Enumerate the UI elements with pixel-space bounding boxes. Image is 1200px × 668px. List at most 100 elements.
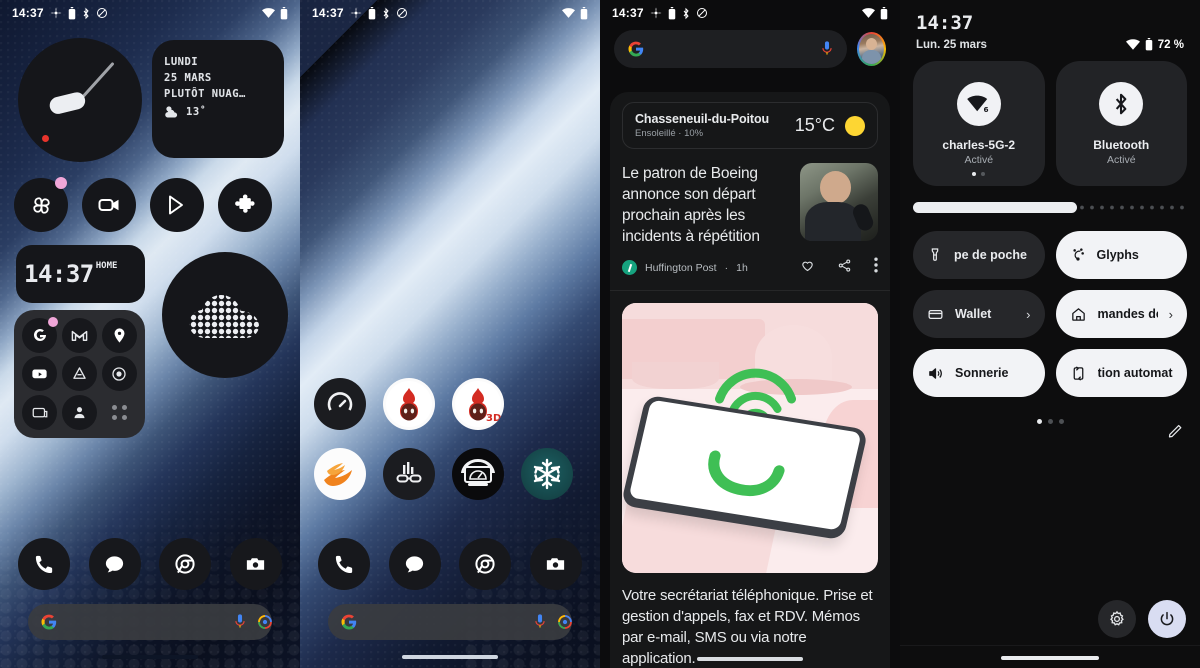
dock-phone[interactable]: [18, 538, 71, 590]
qs-tile-wifi[interactable]: 6 charles-5G-2 Activé: [913, 61, 1045, 186]
news-headline: Le patron de Boeing annonce son départ p…: [622, 165, 760, 245]
search-input[interactable]: [58, 615, 233, 629]
shortcut-video[interactable]: [82, 178, 136, 232]
dock-messages[interactable]: [388, 538, 441, 590]
search-input[interactable]: [645, 42, 820, 56]
youtube-icon: [30, 364, 49, 383]
quick-settings-root: 14:37 Lun. 25 mars 72 % 6 charles-5G-2 A…: [900, 0, 1200, 668]
lens-icon[interactable]: [257, 614, 273, 630]
app-grid-cell-maps[interactable]: [100, 317, 138, 354]
analog-clock-widget[interactable]: [18, 38, 142, 162]
weather-date-widget[interactable]: LUNDI 25 MARS PLUTÔT NUAG… 13˚: [152, 40, 284, 158]
app-grid-cell-google[interactable]: [21, 316, 59, 354]
pencil-edit-icon[interactable]: [1167, 422, 1184, 444]
navigation-bar-handle[interactable]: [102, 655, 198, 659]
qs-tile-glyphs[interactable]: Glyphs: [1055, 231, 1187, 279]
panel-quick-settings: 14:37 Lun. 25 mars 72 % 6 charles-5G-2 A…: [900, 0, 1200, 668]
navigation-bar-handle[interactable]: [1001, 656, 1099, 660]
app-grid-cell-youtube[interactable]: [21, 356, 59, 393]
search-bar[interactable]: [614, 30, 847, 68]
weather-card[interactable]: Chasseneuil-du-Poitou Ensoleillé · 10% 1…: [622, 102, 878, 149]
app-grid-cell-drive[interactable]: [61, 356, 99, 393]
qs-page-indicator[interactable]: [900, 419, 1200, 424]
qs-tile-flashlight[interactable]: pe de poche: [913, 231, 1045, 279]
drive-icon: [70, 364, 89, 383]
news-card-meta: Huffington Post · 1h: [622, 257, 878, 278]
messages-icon: [103, 553, 126, 576]
app-geekbench[interactable]: [383, 448, 435, 500]
app-cpu-throttling[interactable]: [521, 448, 573, 500]
qs-tile-home-controls[interactable]: mandes de ›: [1055, 290, 1187, 338]
battery-saver-icon: [368, 6, 376, 20]
clock-minute-hand: [78, 61, 115, 102]
clock-alarm-dot: [42, 135, 49, 142]
chevron-right-icon[interactable]: ›: [1026, 307, 1030, 322]
microphone-icon[interactable]: [820, 40, 834, 58]
qs-wifi-pager[interactable]: [972, 172, 986, 176]
shortcut-puzzle[interactable]: [218, 178, 272, 232]
qs-date: Lun. 25 mars: [916, 38, 987, 51]
glyph-icon: [1070, 247, 1086, 263]
weather-city: Chasseneuil-du-Poitou: [635, 112, 770, 126]
dock-phone[interactable]: [318, 538, 371, 590]
avatar[interactable]: [857, 32, 886, 66]
discover-feed-list[interactable]: Chasseneuil-du-Poitou Ensoleillé · 10% 1…: [610, 92, 890, 668]
dock-chrome[interactable]: [459, 538, 512, 590]
app-3dmark[interactable]: [452, 448, 504, 500]
app-grid-cell-photos[interactable]: [100, 356, 138, 393]
svg-text:3D: 3D: [486, 413, 501, 424]
news-card[interactable]: Le patron de Boeing annonce son départ p…: [622, 163, 878, 247]
qs-tile-bluetooth[interactable]: Bluetooth Activé: [1055, 61, 1187, 186]
volume-icon: [927, 365, 944, 382]
brightness-slider-fill: [913, 202, 1078, 213]
app-antutu-3d[interactable]: 3D: [452, 378, 504, 430]
settings-button[interactable]: [1098, 600, 1136, 638]
swift-bird-icon: [322, 459, 358, 489]
app-pcmark[interactable]: [314, 448, 366, 500]
share-icon[interactable]: [837, 258, 852, 278]
microphone-icon[interactable]: [233, 613, 247, 631]
qs-battery-percent: 72 %: [1157, 38, 1184, 51]
qs-tile-wallet[interactable]: Wallet ›: [913, 290, 1045, 338]
dock: [300, 538, 600, 590]
screenshot-collage: 14:37 LUNDI 25 MARS PLUTÔT NUAG… 13˚ 14:…: [0, 0, 1200, 668]
shortcut-play-store[interactable]: [150, 178, 204, 232]
qs-tile-ringer[interactable]: Sonnerie: [913, 349, 1045, 397]
search-input[interactable]: [358, 615, 533, 629]
panel-app-screen: 14:37 3D: [300, 0, 600, 668]
wifi-icon: [1125, 39, 1140, 50]
overflow-menu-icon[interactable]: [874, 257, 878, 278]
chevron-right-icon[interactable]: ›: [1169, 307, 1173, 322]
app-grid-cell-gmail[interactable]: [61, 317, 99, 354]
app-grid-cell-contacts[interactable]: [61, 394, 99, 431]
brightness-slider[interactable]: [913, 202, 1187, 213]
lens-icon[interactable]: [557, 614, 573, 630]
notification-badge-dot: [48, 316, 59, 327]
app-speed-test[interactable]: [314, 378, 366, 430]
dock-chrome[interactable]: [159, 538, 212, 590]
dock-camera[interactable]: [529, 538, 582, 590]
heart-icon[interactable]: [800, 258, 815, 278]
digital-clock-time: 14:37: [24, 260, 94, 288]
ad-card[interactable]: Votre secrétariat téléphonique. Prise et…: [622, 303, 878, 668]
navigation-bar-handle[interactable]: [402, 655, 498, 659]
dock-messages[interactable]: [88, 538, 141, 590]
search-bar[interactable]: [28, 604, 272, 640]
dock-camera[interactable]: [229, 538, 282, 590]
news-separator: ·: [724, 261, 729, 274]
panel-discover-feed: 14:37 Chasseneuil-du-Poitou Ensoleillé ·…: [600, 0, 900, 668]
digital-clock-widget[interactable]: 14:37 HOME: [16, 245, 145, 303]
power-button[interactable]: [1148, 600, 1186, 638]
app-grid-cell-tv[interactable]: [21, 394, 59, 431]
app-grid-cell-more[interactable]: [100, 394, 138, 431]
shortcut-pinwheel[interactable]: [14, 177, 68, 232]
pixel-cloud-widget[interactable]: [162, 252, 288, 378]
messages-icon: [403, 553, 426, 576]
gear-icon: [1108, 610, 1126, 628]
power-icon: [1158, 610, 1176, 628]
navigation-bar-handle[interactable]: [697, 657, 803, 661]
microphone-icon[interactable]: [533, 613, 547, 631]
search-bar[interactable]: [328, 604, 572, 640]
app-antutu-benchmark[interactable]: [383, 378, 435, 430]
qs-tile-auto-rotate[interactable]: tion automatiq: [1055, 349, 1187, 397]
